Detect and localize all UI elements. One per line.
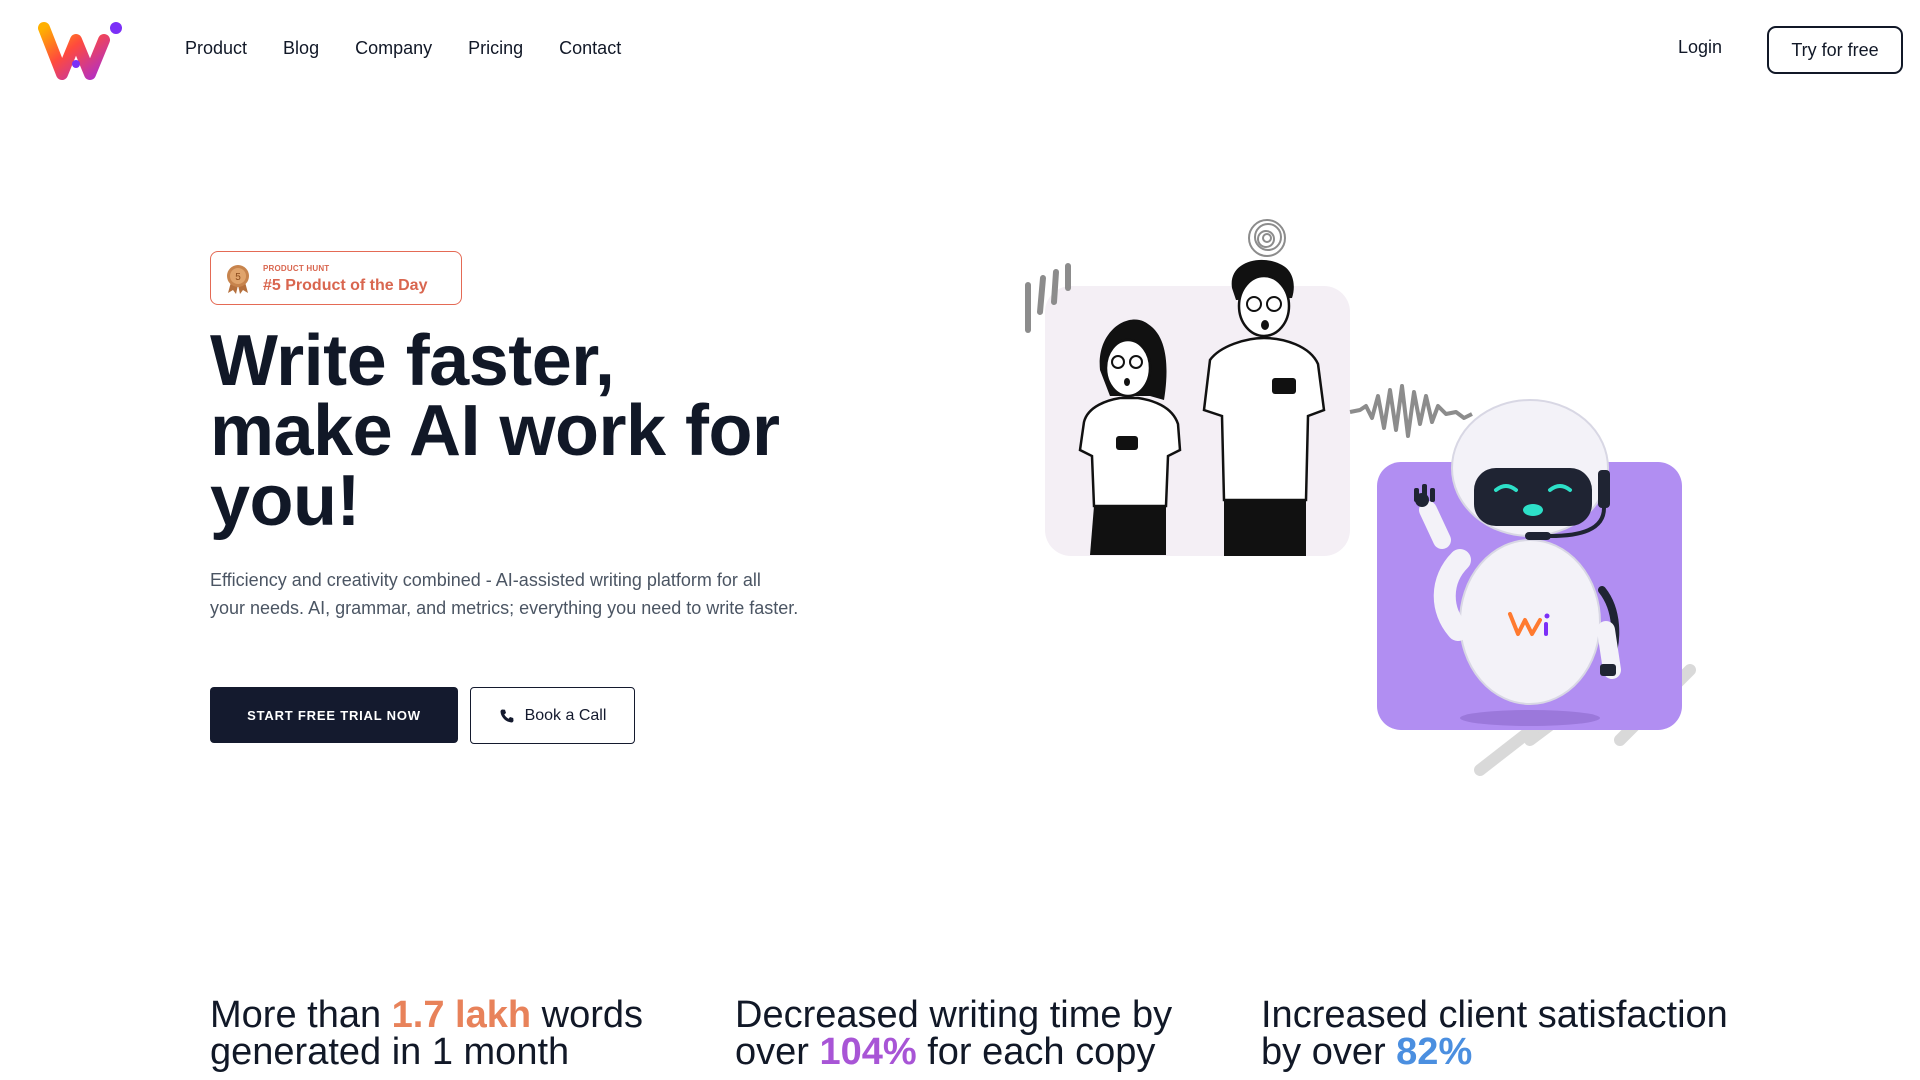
- book-a-call-label: Book a Call: [524, 706, 607, 724]
- stat-2-highlight: 104%: [819, 1031, 917, 1073]
- stat-writing-time: Decreased writing time by over 104% for …: [735, 996, 1215, 1073]
- hero-title-line-3: you!: [210, 461, 360, 541]
- hero-title-line-1: Write faster,: [210, 321, 615, 401]
- book-a-call-button[interactable]: Book a Call: [470, 687, 635, 744]
- nav-link-blog[interactable]: Blog: [283, 38, 319, 59]
- nav-link-product[interactable]: Product: [185, 38, 247, 59]
- hero-subtitle: Efficiency and creativity combined - AI-…: [210, 570, 799, 618]
- medal-number: 5: [235, 272, 241, 283]
- stat-3-before: Increased client satisfaction by over: [1261, 994, 1728, 1073]
- robot-illustration: [1377, 399, 1696, 776]
- badge-title: #5 Product of the Day: [263, 277, 428, 294]
- product-hunt-badge[interactable]: 5 PRODUCT HUNT #5 Product of the Day: [210, 251, 462, 305]
- nav-link-company[interactable]: Company: [355, 38, 432, 59]
- sound-wave: [1349, 384, 1473, 438]
- login-link[interactable]: Login: [1678, 37, 1722, 58]
- wai-logo-icon[interactable]: [38, 18, 126, 84]
- start-free-trial-button[interactable]: START FREE TRIAL NOW: [210, 687, 458, 743]
- people-illustration: [1025, 219, 1350, 556]
- stat-3-highlight: 82%: [1396, 1031, 1473, 1073]
- top-navigation: Product Blog Company Pricing Contact Log…: [0, 0, 1920, 100]
- nav-links: Product Blog Company Pricing Contact: [185, 38, 621, 59]
- stat-1-highlight: 1.7 lakh: [391, 994, 532, 1036]
- medal-icon: 5: [227, 265, 249, 294]
- hero-title: Write faster, make AI work for you!: [210, 325, 830, 537]
- phone-icon: [500, 709, 514, 722]
- hero-illustration: [1025, 219, 1696, 776]
- nav-link-pricing[interactable]: Pricing: [468, 38, 523, 59]
- nav-link-contact[interactable]: Contact: [559, 38, 621, 59]
- stat-2-after: for each copy: [916, 1031, 1156, 1073]
- hero-title-line-2: make AI work for: [210, 391, 780, 471]
- try-for-free-button[interactable]: Try for free: [1767, 26, 1903, 74]
- stat-words-generated: More than 1.7 lakh words generated in 1 …: [210, 994, 690, 1071]
- stat-client-satisfaction: Increased client satisfaction by over 82…: [1261, 994, 1741, 1073]
- stat-1-before: More than: [210, 994, 392, 1036]
- badge-caption: PRODUCT HUNT: [263, 264, 330, 273]
